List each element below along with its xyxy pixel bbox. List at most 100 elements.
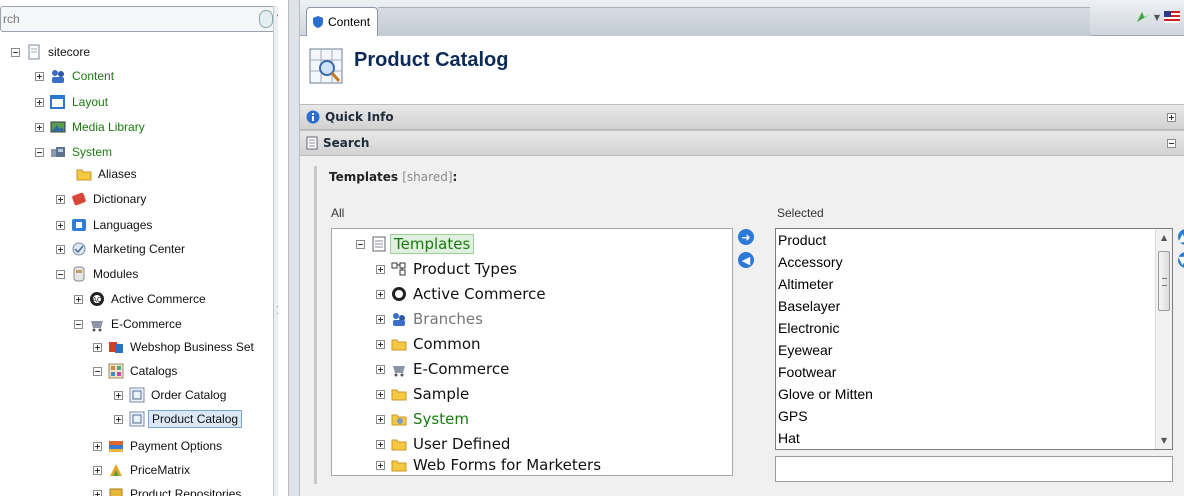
- navigate-arrow-icon[interactable]: [1136, 10, 1150, 24]
- tree-item-marketing-center[interactable]: Marketing Center: [56, 238, 188, 260]
- expand-icon[interactable]: [56, 244, 65, 254]
- selected-item[interactable]: GPS: [778, 405, 1156, 427]
- tree-item-label: Dictionary: [93, 192, 147, 206]
- expand-icon[interactable]: [376, 289, 385, 299]
- tree-item-sitecore[interactable]: sitecore: [11, 41, 93, 63]
- expand-icon[interactable]: [56, 194, 65, 204]
- expand-icon[interactable]: [376, 264, 385, 274]
- catalog-page-icon: [129, 387, 145, 403]
- tab-content[interactable]: Content: [306, 7, 378, 36]
- tree-item-label: sitecore: [48, 45, 91, 59]
- section-search[interactable]: Search: [300, 130, 1184, 156]
- scroll-down-icon[interactable]: ▼: [1161, 436, 1167, 445]
- selected-item[interactable]: Eyewear: [778, 339, 1156, 361]
- expand-icon[interactable]: [114, 414, 123, 424]
- selected-item[interactable]: Product: [778, 229, 1156, 251]
- all-tree-item-branches[interactable]: Branches: [376, 307, 486, 331]
- expand-icon[interactable]: [93, 489, 102, 496]
- tree-item-modules[interactable]: Modules: [56, 263, 141, 285]
- selected-item[interactable]: Accessory: [778, 251, 1156, 273]
- branches-icon: [393, 313, 405, 326]
- language-flag-icon[interactable]: [1164, 11, 1180, 23]
- expand-icon[interactable]: [56, 220, 65, 230]
- expand-icon[interactable]: [376, 389, 385, 399]
- scroll-up-icon[interactable]: ▲: [1161, 233, 1167, 242]
- remove-arrow-left-icon[interactable]: ◀: [738, 252, 754, 268]
- tree-item-order-catalog[interactable]: Order Catalog: [114, 384, 229, 406]
- scroll-thumb[interactable]: [1158, 251, 1170, 311]
- tree-item-webshop-business-set[interactable]: Webshop Business Set: [93, 336, 257, 358]
- all-tree-item-active-commerce[interactable]: Active Commerce: [376, 282, 549, 306]
- chevron-down-icon[interactable]: ▼: [1154, 13, 1160, 22]
- selected-templates-list[interactable]: Product Accessory Altimeter Baselayer El…: [775, 228, 1173, 450]
- tree-item-content[interactable]: Content: [35, 65, 117, 87]
- collapse-icon[interactable]: [74, 319, 83, 329]
- tree-item-active-commerce[interactable]: AC Active Commerce: [74, 288, 209, 310]
- tree-item-dictionary[interactable]: Dictionary: [56, 188, 149, 210]
- selected-item[interactable]: Altimeter: [778, 273, 1156, 295]
- tree-item-media-library[interactable]: Media Library: [35, 116, 148, 138]
- expand-icon[interactable]: [376, 339, 385, 349]
- expand-icon[interactable]: [376, 414, 385, 424]
- tree-item-layout[interactable]: Layout: [35, 91, 111, 113]
- selected-list-scrollbar[interactable]: ▲ ▼: [1155, 229, 1172, 449]
- collapse-icon[interactable]: [35, 147, 44, 157]
- expand-icon[interactable]: [35, 71, 44, 81]
- tree-item-languages[interactable]: Languages: [56, 214, 155, 236]
- expand-icon[interactable]: [114, 390, 123, 400]
- tree-item-pricematrix[interactable]: PriceMatrix: [93, 459, 193, 481]
- tree-search-input[interactable]: [1, 7, 251, 31]
- all-tree-item-web-forms[interactable]: Web Forms for Marketers: [376, 453, 604, 477]
- expand-icon[interactable]: [93, 342, 102, 352]
- expand-icon[interactable]: [376, 460, 385, 470]
- add-arrow-right-icon[interactable]: ➜: [738, 229, 754, 245]
- selected-item[interactable]: Baselayer: [778, 295, 1156, 317]
- selected-item[interactable]: Electronic: [778, 317, 1156, 339]
- tree-scrollbar[interactable]: ▲: [273, 6, 278, 496]
- all-tree-item-common[interactable]: Common: [376, 332, 484, 356]
- tree-item-catalogs[interactable]: Catalogs: [93, 360, 180, 382]
- tree-item-e-commerce[interactable]: E-Commerce: [74, 313, 185, 335]
- expand-icon[interactable]: [35, 97, 44, 107]
- collapse-icon[interactable]: [93, 366, 102, 376]
- all-templates-tree[interactable]: Templates Product Types Active Commerce …: [331, 228, 733, 476]
- collapse-icon[interactable]: [11, 47, 20, 57]
- section-quick-info[interactable]: Quick Info: [300, 104, 1184, 130]
- modules-icon: [73, 266, 85, 282]
- folder-icon: [391, 460, 407, 472]
- move-up-icon[interactable]: ▲: [1178, 229, 1184, 245]
- all-tree-item-product-types[interactable]: Product Types: [376, 257, 520, 281]
- expand-icon[interactable]: [74, 294, 83, 304]
- content-shield-icon: [313, 16, 323, 28]
- all-tree-item-system[interactable]: System: [376, 407, 472, 431]
- tree-item-system[interactable]: System: [35, 141, 115, 163]
- tree-item-product-repositories[interactable]: Product Repositories: [93, 483, 244, 496]
- expand-icon[interactable]: [376, 439, 385, 449]
- selected-item[interactable]: Hat: [778, 427, 1156, 449]
- section-title: Quick Info: [325, 110, 394, 124]
- all-tree-item-sample[interactable]: Sample: [376, 382, 472, 406]
- page-title: Product Catalog: [354, 49, 509, 71]
- expand-icon[interactable]: [35, 122, 44, 132]
- expand-icon[interactable]: [93, 465, 102, 475]
- panel-splitter[interactable]: [288, 0, 300, 496]
- move-down-icon[interactable]: ▼: [1178, 252, 1184, 268]
- tree-item-aliases[interactable]: Aliases: [76, 163, 140, 185]
- collapse-icon[interactable]: [1167, 139, 1176, 148]
- all-tree-item-e-commerce[interactable]: E-Commerce: [376, 357, 512, 381]
- dictionary-book-icon: [72, 192, 86, 206]
- expand-icon[interactable]: [376, 314, 385, 324]
- collapse-icon[interactable]: [56, 269, 65, 279]
- selected-item[interactable]: Glove or Mitten: [778, 383, 1156, 405]
- selected-filter-input[interactable]: [775, 456, 1173, 482]
- selected-item[interactable]: Footwear: [778, 361, 1156, 383]
- expand-icon[interactable]: [376, 364, 385, 374]
- all-tree-item-templates[interactable]: Templates: [356, 232, 475, 256]
- expand-icon[interactable]: [93, 441, 102, 451]
- expand-icon[interactable]: [1167, 113, 1176, 122]
- collapse-icon[interactable]: [356, 239, 365, 249]
- tree-item-payment-options[interactable]: Payment Options: [93, 435, 225, 457]
- tree-item-product-catalog[interactable]: Product Catalog: [114, 408, 243, 430]
- search-icon[interactable]: [259, 10, 273, 28]
- scroll-up-icon[interactable]: ▲: [277, 8, 278, 18]
